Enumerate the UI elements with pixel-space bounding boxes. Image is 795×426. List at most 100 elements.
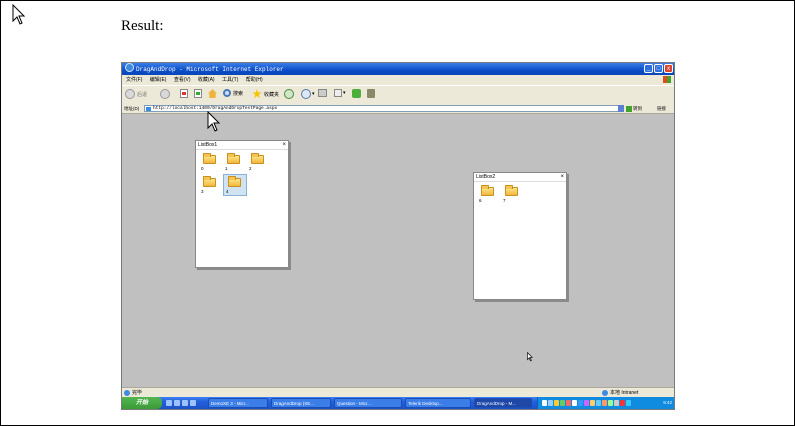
print-button[interactable] [318, 89, 327, 97]
folder-label: 0 [201, 166, 204, 171]
window-titlebar[interactable]: DragAndDrop - Microsoft Internet Explore… [122, 63, 674, 75]
tray-icon[interactable] [608, 400, 613, 406]
listbox-2-close-icon[interactable]: × [560, 173, 564, 181]
menu-help[interactable]: 帮助(H) [246, 77, 263, 83]
search-icon [223, 89, 231, 97]
folder-item[interactable]: 3 [199, 175, 221, 195]
tray-icon[interactable] [554, 400, 559, 406]
minimize-button[interactable]: _ [644, 64, 653, 73]
listbox-2[interactable]: ListBox2 × 6 7 [473, 172, 567, 300]
tray-icon[interactable] [566, 400, 571, 406]
menu-tools[interactable]: 工具(T) [222, 77, 238, 83]
toolbar: 后退 搜索 收藏夹 ▾ ▾ [122, 85, 674, 105]
history-icon [284, 89, 294, 99]
tray-icon[interactable] [542, 400, 547, 406]
tray-icon[interactable] [602, 400, 607, 406]
back-arrow-icon [125, 89, 135, 99]
folder-icon [227, 153, 240, 164]
links-label[interactable]: 链接 [657, 104, 666, 113]
research-icon [367, 89, 375, 98]
folder-icon [505, 185, 518, 196]
tray-icon[interactable] [590, 400, 595, 406]
folder-item[interactable]: 2 [247, 152, 269, 172]
folder-item[interactable]: 7 [501, 184, 523, 204]
embedded-screenshot: DragAndDrop - Microsoft Internet Explore… [121, 62, 675, 410]
research-button[interactable] [367, 89, 375, 98]
address-label: 地址(D) [124, 106, 140, 111]
folder-item[interactable]: 6 [477, 184, 499, 204]
taskbar-button[interactable]: DemoXE 3 - Micr... [208, 398, 268, 408]
taskbar-button[interactable]: DragAndDrop (XE... [271, 398, 331, 408]
stop-button[interactable] [180, 89, 188, 98]
listbox-1-close-icon[interactable]: × [282, 141, 286, 149]
quick-launch-icon[interactable] [190, 400, 196, 406]
go-button[interactable]: 转到 [626, 104, 642, 113]
tray-icon[interactable] [614, 400, 619, 406]
taskbar-button-active[interactable]: DragAndDrop - M... [474, 398, 532, 408]
folder-item[interactable]: 1 [223, 152, 245, 172]
folder-label: 7 [503, 198, 506, 203]
print-icon [318, 89, 327, 97]
tray-icon[interactable] [626, 400, 631, 406]
address-dropdown-icon[interactable] [618, 105, 624, 112]
go-label: 转到 [633, 106, 642, 111]
result-label: Result: [121, 18, 164, 34]
page-done-icon [124, 390, 130, 396]
quick-launch-icon[interactable] [174, 400, 180, 406]
menu-edit[interactable]: 编辑(E) [150, 77, 167, 83]
back-button[interactable]: 后退 [125, 89, 147, 99]
tray-icon[interactable] [578, 400, 583, 406]
history-button[interactable] [284, 89, 294, 99]
tray-icon[interactable] [572, 400, 577, 406]
tray-icon[interactable] [596, 400, 601, 406]
address-bar: 地址(D) http://localhost:1400/DragAndDropT… [122, 104, 674, 114]
dropdown-arrow-icon: ▾ [343, 90, 346, 96]
edit-button[interactable]: ▾ [334, 89, 346, 97]
messenger-icon [352, 89, 361, 98]
maximize-button[interactable]: □ [654, 64, 663, 73]
stop-icon [180, 89, 188, 98]
dropdown-arrow-icon: ▾ [312, 91, 315, 97]
tray-icon[interactable] [620, 400, 625, 406]
go-arrow-icon [626, 105, 632, 112]
folder-item-selected[interactable]: 4 [223, 174, 247, 196]
mouse-cursor-icon [207, 111, 221, 132]
refresh-button[interactable] [194, 89, 202, 98]
quick-launch-icon[interactable] [182, 400, 188, 406]
tray-icon[interactable] [584, 400, 589, 406]
close-button[interactable]: x [664, 64, 673, 73]
taskbar-button[interactable]: Question - Micr... [334, 398, 402, 408]
home-icon [208, 89, 217, 98]
menu-file[interactable]: 文件(F) [126, 77, 142, 83]
listbox-2-title[interactable]: ListBox2 × [474, 173, 566, 182]
folder-icon [203, 176, 216, 187]
tray-icon[interactable] [548, 400, 553, 406]
listbox-1[interactable]: ListBox1 × 0 1 2 3 4 [195, 140, 289, 268]
listbox-1-title[interactable]: ListBox1 × [196, 141, 288, 150]
taskbar-button[interactable]: Telerik Desktop... [405, 398, 471, 408]
quick-launch-icon[interactable] [166, 400, 172, 406]
window-title: DragAndDrop - Microsoft Internet Explore… [136, 66, 284, 73]
clock[interactable]: 9:42 [663, 397, 672, 409]
page-icon [146, 107, 151, 111]
menu-favorites[interactable]: 收藏(A) [198, 77, 215, 83]
home-button[interactable] [208, 89, 217, 98]
search-button[interactable]: 搜索 [223, 89, 243, 97]
folder-item[interactable]: 0 [199, 152, 221, 172]
mail-icon [301, 89, 311, 99]
listbox-1-title-text: ListBox1 [198, 142, 218, 148]
page-content: ListBox1 × 0 1 2 3 4 ListBox2 × 6 7 [122, 114, 674, 387]
forward-button[interactable] [160, 89, 170, 99]
folder-icon [228, 176, 241, 187]
mail-button[interactable]: ▾ [301, 89, 315, 99]
folder-icon [251, 153, 264, 164]
mouse-cursor-icon [527, 352, 534, 362]
forward-arrow-icon [160, 89, 170, 99]
start-button[interactable]: 开始 [122, 397, 162, 409]
ie-icon [125, 63, 134, 72]
folder-label: 3 [201, 189, 204, 194]
messenger-button[interactable] [352, 89, 361, 98]
menu-view[interactable]: 查看(V) [174, 77, 191, 83]
favorites-button[interactable]: 收藏夹 [252, 89, 279, 99]
tray-icon[interactable] [560, 400, 565, 406]
